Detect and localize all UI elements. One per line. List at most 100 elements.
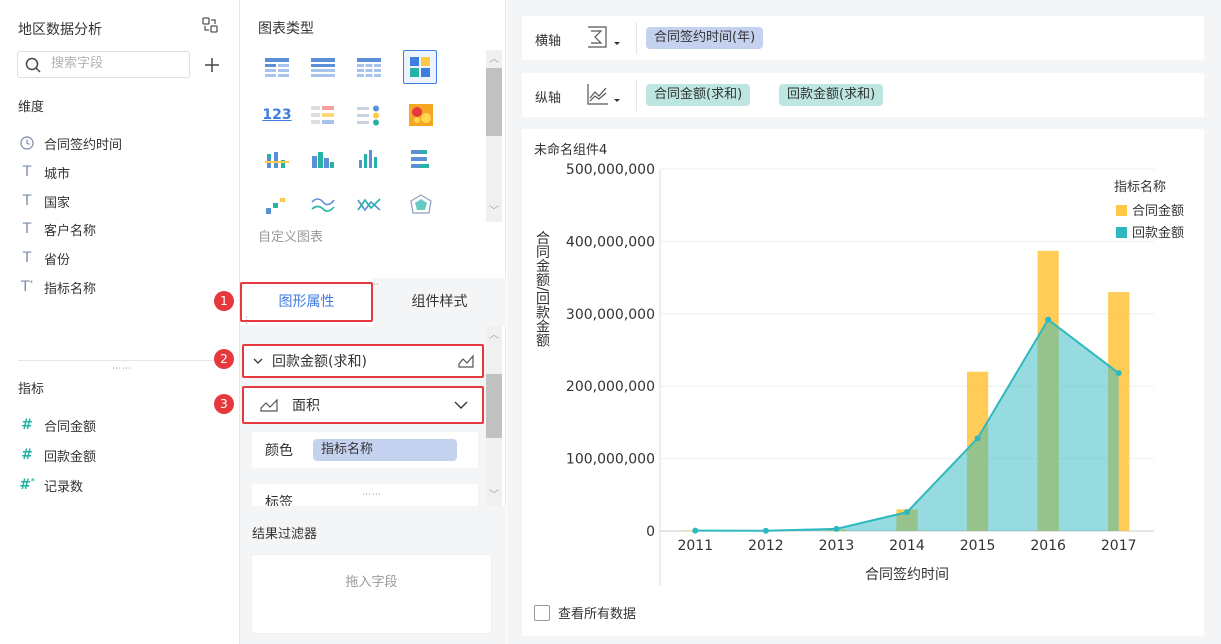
- view-all-data-toggle[interactable]: 查看所有数据: [534, 603, 636, 622]
- highlight-box-2: [242, 344, 484, 378]
- scroll-up-icon[interactable]: ︿: [486, 52, 502, 68]
- text-type-icon: T: [22, 164, 32, 180]
- chart-type-scroll-thumb[interactable]: [486, 68, 502, 136]
- x-axis-label: 横轴: [535, 34, 562, 49]
- dimension-label: 指标名称: [44, 281, 97, 297]
- result-filter-dropzone[interactable]: 拖入字段: [251, 554, 492, 634]
- scroll-down-icon[interactable]: ﹀: [486, 204, 502, 220]
- chart-component: 未命名组件4 0 100,000,000 200,000,000 300,000,00…: [522, 129, 1204, 636]
- color-field-pill[interactable]: 指标名称: [313, 439, 457, 461]
- metric-item[interactable]: # 合同金额: [18, 413, 96, 437]
- metric-label: 回款金额: [44, 449, 97, 465]
- text-type-icon: T: [22, 193, 32, 209]
- property-scroll-thumb[interactable]: [486, 374, 502, 438]
- metrics-heading: 指标: [18, 382, 45, 397]
- dimension-label: 城市: [44, 166, 71, 182]
- chart-type-heading: 图表类型: [258, 21, 314, 37]
- view-all-label: 查看所有数据: [558, 607, 637, 622]
- metric-item[interactable]: # 回款金额: [18, 443, 96, 467]
- dimension-item[interactable]: T 城市: [18, 160, 70, 184]
- area-point: [762, 527, 769, 534]
- annotation-badge-1: 1: [214, 291, 234, 311]
- chart-config-panel: 图表类型 123 自定义图表 ︿ ﹀ 图形属性 组件样式 ⋯ ⋮ 回款金额(求和…: [240, 0, 506, 644]
- add-field-icon[interactable]: [203, 56, 221, 74]
- cross-table-icon[interactable]: [308, 52, 338, 82]
- legend-swatch: [1116, 205, 1127, 216]
- indicator-list-icon[interactable]: [354, 100, 384, 130]
- drop-handle[interactable]: ⋯⋯: [362, 490, 382, 500]
- panel-resize-handle[interactable]: ⋯⋯: [112, 364, 132, 374]
- column-chart-icon[interactable]: [354, 144, 384, 174]
- y-tick-label: 300,000,000: [566, 307, 655, 323]
- text-type-icon: T: [22, 221, 32, 237]
- collapse-panel-icon[interactable]: [201, 16, 219, 34]
- legend-label: 回款金额: [1132, 225, 1184, 241]
- legend-title: 指标名称: [1114, 179, 1166, 195]
- axis-type-dropdown[interactable]: [586, 25, 626, 51]
- label-setting-label: 标签: [265, 495, 293, 506]
- field-search-input[interactable]: [51, 56, 181, 71]
- area-point: [833, 525, 840, 532]
- metric-label: 合同金额: [44, 419, 97, 435]
- component-title[interactable]: 未命名组件4: [534, 139, 607, 158]
- dataset-title: 地区数据分析: [18, 22, 102, 38]
- x-tick-label: 2017: [1101, 538, 1137, 554]
- label-row: 标签 ⋯⋯: [252, 484, 478, 506]
- color-label: 颜色: [265, 443, 293, 459]
- scatter-step-icon[interactable]: [262, 190, 292, 220]
- x-tick-label: 2012: [748, 538, 784, 554]
- legend-swatch: [1116, 227, 1127, 238]
- stacked-bar-icon[interactable]: [262, 144, 292, 174]
- grouped-bar-icon[interactable]: [308, 144, 338, 174]
- area-fill: [695, 319, 1119, 531]
- y-tick-label: 400,000,000: [566, 234, 655, 250]
- kpi-number-icon[interactable]: 123: [262, 100, 292, 130]
- axis-type-dropdown[interactable]: [586, 82, 626, 108]
- detail-table-icon[interactable]: [354, 52, 384, 82]
- dimensions-heading: 维度: [18, 100, 45, 115]
- dimension-item[interactable]: T 客户名称: [18, 217, 96, 241]
- horizontal-bar-icon[interactable]: [406, 144, 436, 174]
- x-axis-title: 合同签约时间: [865, 566, 949, 583]
- radar-chart-icon[interactable]: [406, 190, 436, 220]
- tab-component-style[interactable]: 组件样式: [373, 278, 506, 326]
- section-divider: [18, 360, 222, 361]
- axis-divider: [636, 79, 637, 111]
- x-tick-label: 2016: [1030, 538, 1066, 554]
- area-point: [904, 509, 910, 516]
- kpi-card-icon[interactable]: [308, 100, 338, 130]
- combo-line-icon[interactable]: [354, 190, 384, 220]
- x-tick-label: 2015: [960, 538, 996, 554]
- legend-label: 合同金额: [1132, 203, 1184, 219]
- scroll-down-icon[interactable]: ﹀: [486, 488, 502, 504]
- metric-item[interactable]: # * 记录数: [18, 473, 83, 497]
- result-filter-title: 结果过滤器: [252, 527, 318, 542]
- line-chart-icon[interactable]: [308, 190, 338, 220]
- view-all-checkbox[interactable]: [534, 604, 550, 621]
- custom-chart-link[interactable]: 自定义图表: [258, 226, 323, 245]
- y-tick-label: 200,000,000: [566, 379, 655, 395]
- x-tick-label: 2013: [819, 538, 855, 554]
- dimension-item[interactable]: T 国家: [18, 189, 70, 213]
- x-axis-field-pill[interactable]: 合同签约时间(年): [646, 27, 764, 49]
- text-type-icon: T: [22, 250, 32, 266]
- dimension-item[interactable]: T 省份: [18, 246, 70, 270]
- dimension-label: 合同签约时间: [44, 137, 123, 153]
- y-axis-field-pill[interactable]: 回款金额(求和): [779, 84, 884, 106]
- text-type-star-icon: T *: [20, 279, 34, 295]
- table-chart-icon[interactable]: [262, 52, 292, 82]
- dashboard-chart-icon[interactable]: [403, 50, 437, 84]
- y-tick-label: 500,000,000: [566, 162, 655, 178]
- y-tick-label: 0: [646, 524, 655, 540]
- dimension-item[interactable]: 合同签约时间: [18, 131, 122, 155]
- heatmap-icon[interactable]: [406, 100, 436, 130]
- search-icon: [25, 57, 41, 73]
- scroll-up-icon[interactable]: ︿: [486, 328, 502, 344]
- dimension-item[interactable]: T * 指标名称: [18, 275, 96, 299]
- y-axis-field-pill[interactable]: 合同金额(求和): [646, 84, 751, 106]
- dimension-label: 省份: [44, 252, 71, 268]
- highlight-box-1: [240, 282, 373, 322]
- hash-icon: #: [21, 417, 33, 433]
- x-tick-label: 2014: [889, 538, 925, 554]
- field-panel: 地区数据分析 维度 合同签约时间 T 城市 T 国家 T 客户名称 T 省份 T…: [0, 0, 240, 644]
